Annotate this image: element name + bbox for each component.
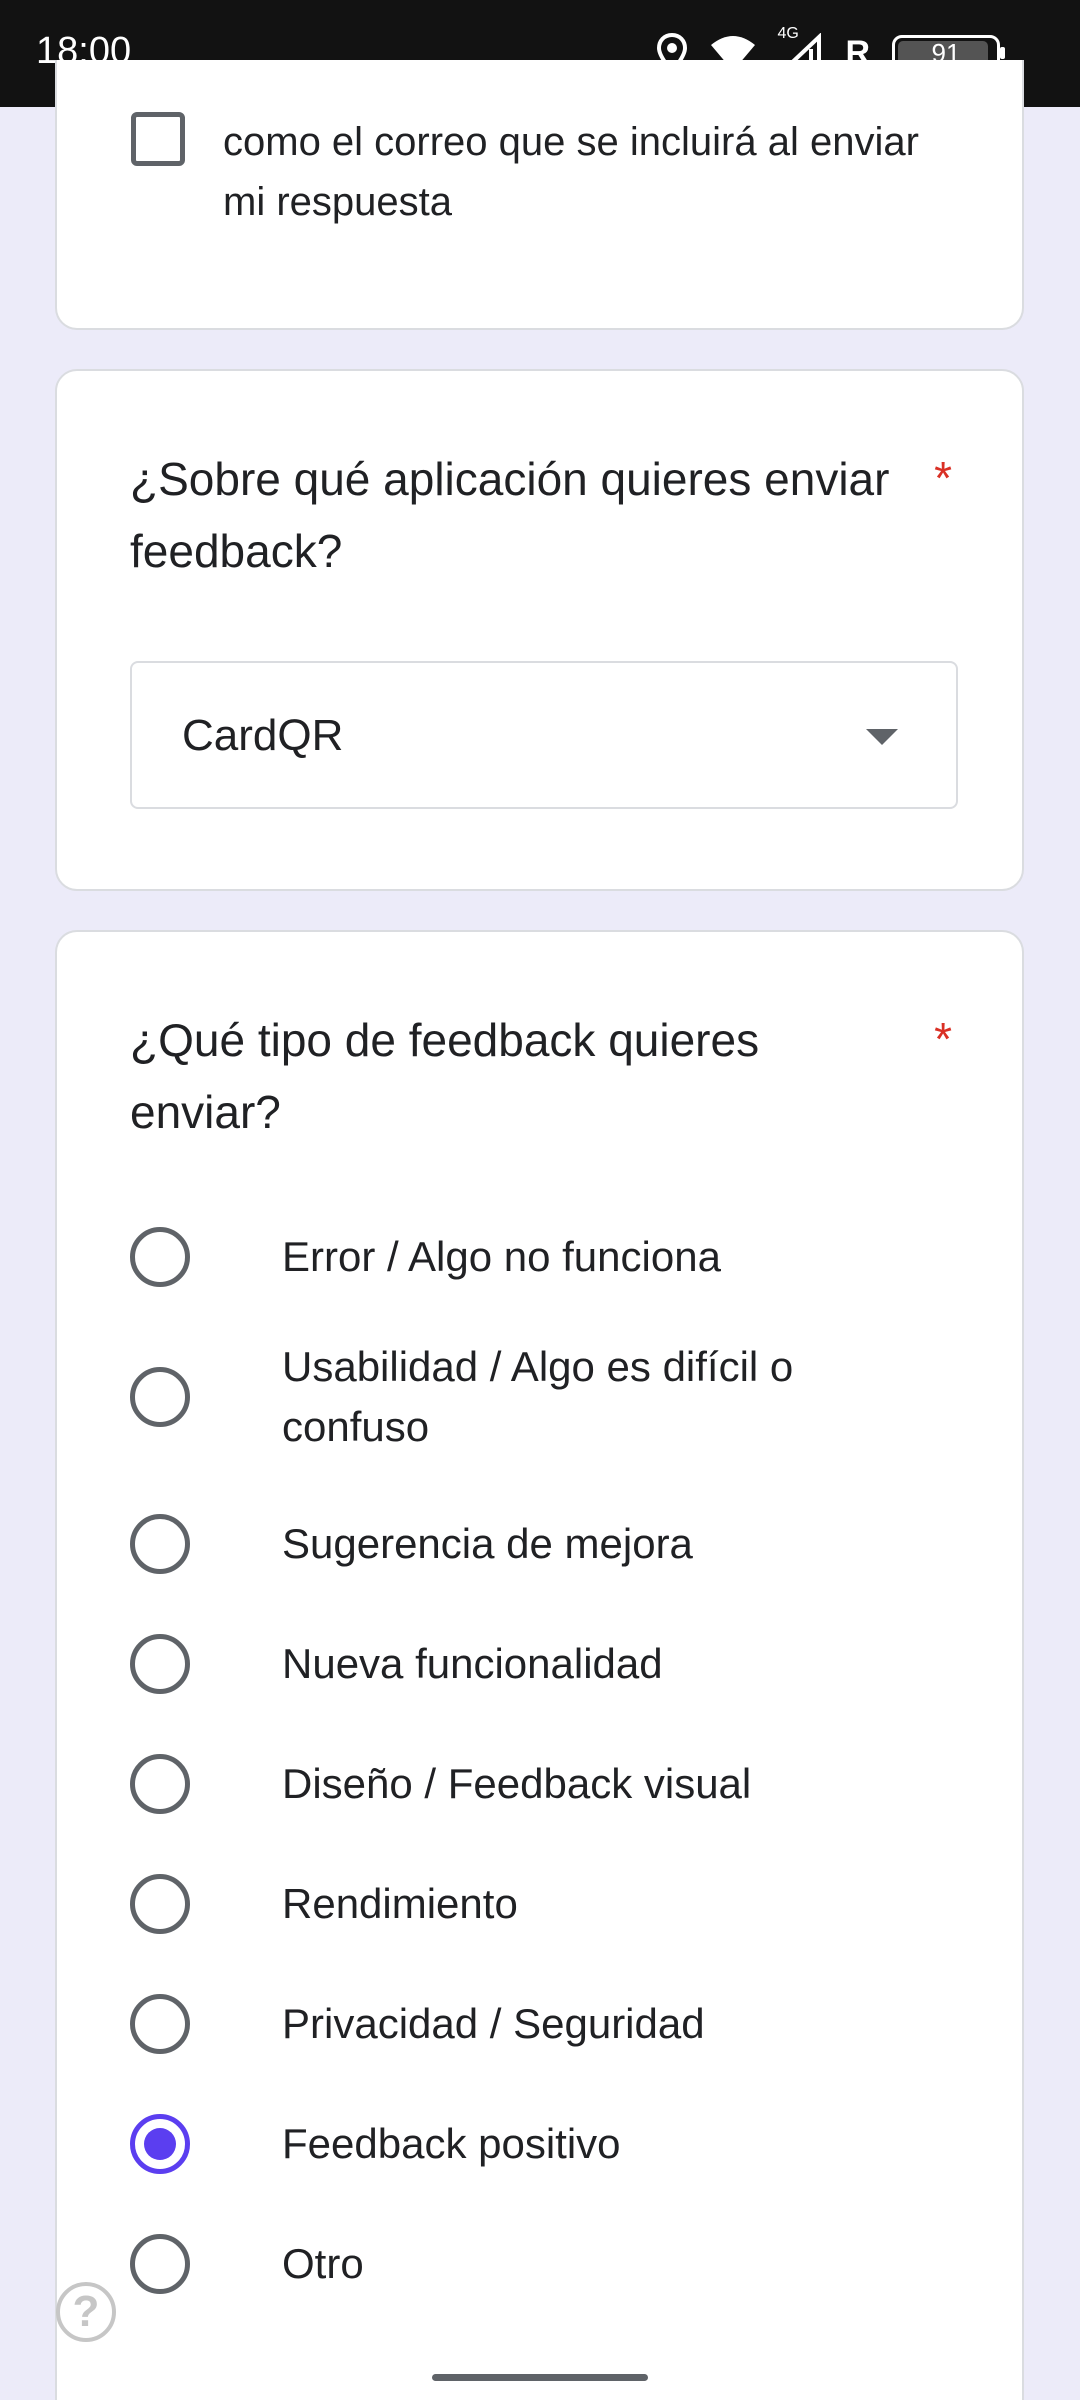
radio-button[interactable] bbox=[130, 1227, 190, 1287]
email-consent-checkbox[interactable] bbox=[131, 112, 185, 166]
option-label: Sugerencia de mejora bbox=[282, 1520, 693, 1567]
required-asterisk: * bbox=[934, 452, 952, 504]
app-select-dropdown[interactable]: CardQR bbox=[130, 661, 958, 809]
radio-button[interactable] bbox=[130, 2234, 190, 2294]
email-consent-label: como el correo que se incluirá al enviar… bbox=[223, 120, 919, 224]
option-label: Diseño / Feedback visual bbox=[282, 1760, 752, 1807]
radio-button[interactable] bbox=[130, 1514, 190, 1574]
option-label: Error / Algo no funciona bbox=[282, 1233, 721, 1280]
app-question-title: ¿Sobre qué aplicación quieres enviar fee… bbox=[130, 453, 890, 577]
radio-button[interactable] bbox=[130, 1754, 190, 1814]
option-label: Feedback positivo bbox=[282, 2120, 621, 2167]
option-label: Usabilidad / Algo es difícil o confuso bbox=[282, 1343, 794, 1450]
radio-button-selected[interactable] bbox=[130, 2114, 190, 2174]
dropdown-arrow-icon bbox=[866, 729, 898, 745]
radio-button[interactable] bbox=[130, 1994, 190, 2054]
radio-button[interactable] bbox=[130, 1634, 190, 1694]
email-confirmation-card: como el correo que se incluirá al enviar… bbox=[55, 60, 1024, 330]
home-gesture-bar[interactable] bbox=[432, 2374, 648, 2381]
option-label: Rendimiento bbox=[282, 1880, 518, 1927]
required-asterisk: * bbox=[934, 1013, 952, 1065]
radio-button[interactable] bbox=[130, 1367, 190, 1427]
feedback-type-question-title: ¿Qué tipo de feedback quieres enviar? bbox=[130, 1014, 760, 1138]
radio-button[interactable] bbox=[130, 1874, 190, 1934]
app-question-card: ¿Sobre qué aplicación quieres enviar fee… bbox=[55, 369, 1024, 891]
help-icon: ? bbox=[72, 2287, 100, 2336]
feedback-type-card: ¿Qué tipo de feedback quieres enviar? * … bbox=[55, 930, 1024, 2400]
option-label: Otro bbox=[282, 2240, 364, 2287]
option-label: Nueva funcionalidad bbox=[282, 1640, 663, 1687]
app-select-value: CardQR bbox=[182, 711, 344, 760]
option-label: Privacidad / Seguridad bbox=[282, 2000, 705, 2047]
help-button[interactable]: ? bbox=[56, 2282, 116, 2342]
